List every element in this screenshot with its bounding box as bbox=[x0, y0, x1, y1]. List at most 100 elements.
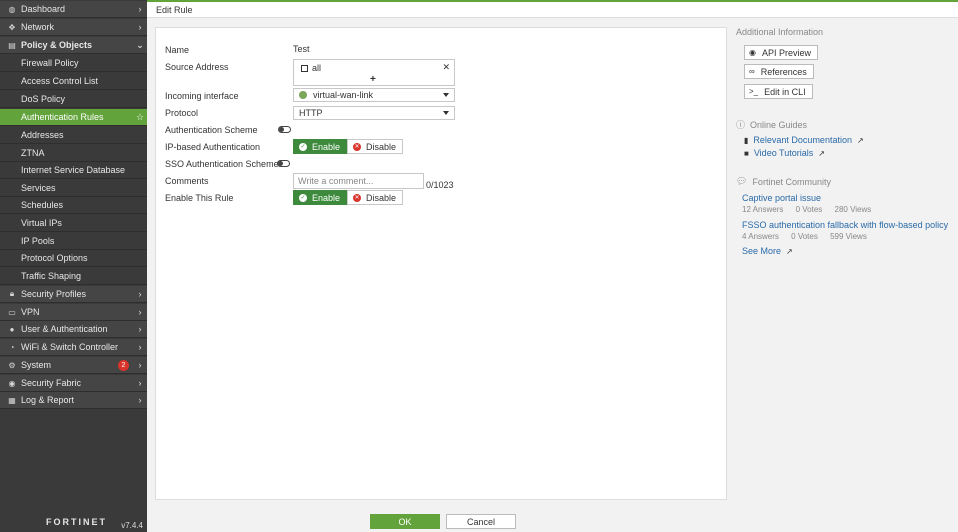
nav-wifi-switch-controller[interactable]: ◔ WiFi & Switch Controller › bbox=[0, 339, 147, 356]
incoming-interface-label: Incoming interface bbox=[165, 91, 239, 101]
header-bar: Edit Rule bbox=[147, 0, 958, 18]
chart-icon: ▦ bbox=[8, 395, 16, 405]
add-icon[interactable]: + bbox=[370, 74, 376, 85]
version-label: v7.4.4 bbox=[121, 521, 143, 530]
cancel-button[interactable]: Cancel bbox=[446, 514, 516, 529]
comments-label: Comments bbox=[165, 176, 209, 186]
terminal-icon: >_ bbox=[749, 87, 759, 96]
help-icon: ⓘ bbox=[736, 120, 746, 130]
community-post-meta: 12 Answers 0 Votes 280 Views bbox=[742, 205, 881, 214]
nav-ip-pools[interactable]: IP Pools bbox=[0, 233, 147, 250]
user-icon: ● bbox=[9, 324, 15, 334]
network-icon: ✥ bbox=[8, 22, 16, 32]
nav-services[interactable]: Services bbox=[0, 180, 147, 197]
ip-auth-toggle: ✓ Enable ✕ Disable bbox=[293, 139, 404, 154]
chevron-right-icon: › bbox=[138, 395, 142, 405]
online-guides-heading: ⓘ Online Guides bbox=[736, 119, 808, 131]
nav-dashboard[interactable]: ◍ Dashboard › bbox=[0, 1, 147, 18]
chevron-right-icon: › bbox=[138, 324, 142, 334]
lock-icon: 🔒︎ bbox=[9, 289, 15, 298]
source-address-field[interactable]: all ✕ + bbox=[293, 59, 455, 86]
nav-protocol-options[interactable]: Protocol Options bbox=[0, 250, 147, 267]
edit-rule-form: Name Test Source Address all ✕ + Incomin… bbox=[155, 27, 727, 500]
link-icon: ∞ bbox=[749, 67, 755, 76]
nav-addresses[interactable]: Addresses bbox=[0, 127, 147, 144]
nav-security-fabric[interactable]: ◉ Security Fabric › bbox=[0, 375, 147, 392]
monitor-icon: ▭ bbox=[8, 307, 16, 317]
nav-firewall-policy[interactable]: Firewall Policy bbox=[0, 55, 147, 72]
nav-user-authentication[interactable]: ● User & Authentication › bbox=[0, 321, 147, 338]
policy-icon: ▤ bbox=[8, 40, 16, 50]
sidebar: ◍ Dashboard › ✥ Network › ▤ Policy & Objects ⌄… bbox=[0, 0, 147, 532]
community-heading: 💬︎ Fortinet Community bbox=[736, 176, 831, 187]
ip-auth-label: IP-based Authentication bbox=[165, 142, 261, 152]
external-link-icon: ↗ bbox=[856, 135, 864, 145]
protocol-select[interactable]: HTTP bbox=[293, 106, 455, 120]
chevron-right-icon: › bbox=[138, 360, 142, 370]
ok-button[interactable]: OK bbox=[370, 514, 440, 529]
close-icon[interactable]: ✕ bbox=[442, 62, 450, 73]
edit-cli-button[interactable]: >_ Edit in CLI bbox=[744, 84, 813, 99]
chevron-down-icon bbox=[443, 93, 449, 97]
dashboard-icon: ◍ bbox=[8, 4, 16, 14]
video-tutorials-link[interactable]: ■ Video Tutorials ↗ bbox=[744, 148, 825, 158]
chevron-down-icon bbox=[443, 111, 449, 115]
video-icon: ■ bbox=[744, 148, 749, 158]
rule-enable-button[interactable]: ✓ Enable bbox=[293, 190, 348, 205]
nav-schedules[interactable]: Schedules bbox=[0, 197, 147, 214]
sso-scheme-label: SSO Authentication Scheme bbox=[165, 159, 279, 169]
nav-vpn[interactable]: ▭ VPN › bbox=[0, 304, 147, 321]
name-value: Test bbox=[293, 44, 310, 54]
ip-auth-disable-button[interactable]: ✕ Disable bbox=[347, 139, 404, 154]
rule-disable-button[interactable]: ✕ Disable bbox=[347, 190, 404, 205]
nav-system[interactable]: ⚙ System 2 › bbox=[0, 357, 147, 374]
fortinet-logo: FORTINET bbox=[46, 517, 107, 527]
source-address-label: Source Address bbox=[165, 62, 229, 72]
nav-network[interactable]: ✥ Network › bbox=[0, 19, 147, 36]
x-circle-icon: ✕ bbox=[353, 193, 362, 202]
nav-ztna[interactable]: ZTNA bbox=[0, 145, 147, 162]
see-more-link[interactable]: See More ↗ bbox=[742, 246, 793, 256]
gear-icon: ⚙ bbox=[8, 360, 16, 370]
community-post-link[interactable]: Captive portal issue bbox=[742, 193, 821, 203]
enable-rule-toggle: ✓ Enable ✕ Disable bbox=[293, 190, 404, 205]
comments-textarea[interactable]: Write a comment... bbox=[293, 173, 424, 189]
auth-scheme-toggle[interactable] bbox=[278, 126, 291, 133]
chevron-right-icon: › bbox=[138, 342, 142, 352]
notification-badge: 2 bbox=[118, 359, 129, 371]
name-label: Name bbox=[165, 45, 190, 55]
page-title: Edit Rule bbox=[156, 5, 193, 15]
nav-security-profiles[interactable]: 🔒︎ Security Profiles › bbox=[0, 286, 147, 303]
api-preview-button[interactable]: ◉ API Preview bbox=[744, 45, 819, 60]
chevron-right-icon: › bbox=[138, 289, 142, 299]
nav-dos-policy[interactable]: DoS Policy bbox=[0, 91, 147, 108]
protocol-label: Protocol bbox=[165, 108, 199, 118]
ip-auth-enable-button[interactable]: ✓ Enable bbox=[293, 139, 348, 154]
nav-access-control-list[interactable]: Access Control List bbox=[0, 73, 147, 90]
address-object-icon bbox=[301, 64, 308, 72]
nav-policy-objects[interactable]: ▤ Policy & Objects ⌄ bbox=[0, 37, 147, 54]
external-link-icon: ↗ bbox=[786, 246, 793, 256]
nav-authentication-rules[interactable]: Authentication Rules ☆ bbox=[0, 109, 147, 126]
references-button[interactable]: ∞ References bbox=[744, 64, 814, 79]
views-count: 280 Views bbox=[834, 205, 872, 214]
nav-traffic-shaping[interactable]: Traffic Shaping bbox=[0, 268, 147, 285]
chevron-right-icon: › bbox=[138, 307, 142, 317]
nav-internet-service-database[interactable]: Internet Service Database bbox=[0, 162, 147, 179]
nav-virtual-ips[interactable]: Virtual IPs bbox=[0, 215, 147, 232]
community-post-link[interactable]: FSSO authentication fallback with flow-b… bbox=[742, 220, 948, 230]
incoming-interface-select[interactable]: virtual-wan-link bbox=[293, 88, 455, 102]
sdwan-icon bbox=[299, 91, 307, 99]
enable-rule-label: Enable This Rule bbox=[165, 193, 234, 203]
relevant-docs-link[interactable]: ▮ Relevant Documentation ↗ bbox=[744, 135, 864, 145]
additional-info-heading: Additional Information bbox=[736, 27, 824, 37]
auth-scheme-label: Authentication Scheme bbox=[165, 125, 258, 135]
check-circle-icon: ✓ bbox=[299, 142, 307, 151]
fabric-icon: ◉ bbox=[8, 378, 16, 388]
nav-log-report[interactable]: ▦ Log & Report › bbox=[0, 392, 147, 409]
star-icon[interactable]: ☆ bbox=[133, 112, 147, 123]
address-entry[interactable]: all bbox=[301, 63, 321, 73]
check-circle-icon: ✓ bbox=[299, 193, 307, 202]
votes-count: 0 Votes bbox=[791, 232, 818, 241]
sso-scheme-toggle[interactable] bbox=[277, 160, 290, 167]
